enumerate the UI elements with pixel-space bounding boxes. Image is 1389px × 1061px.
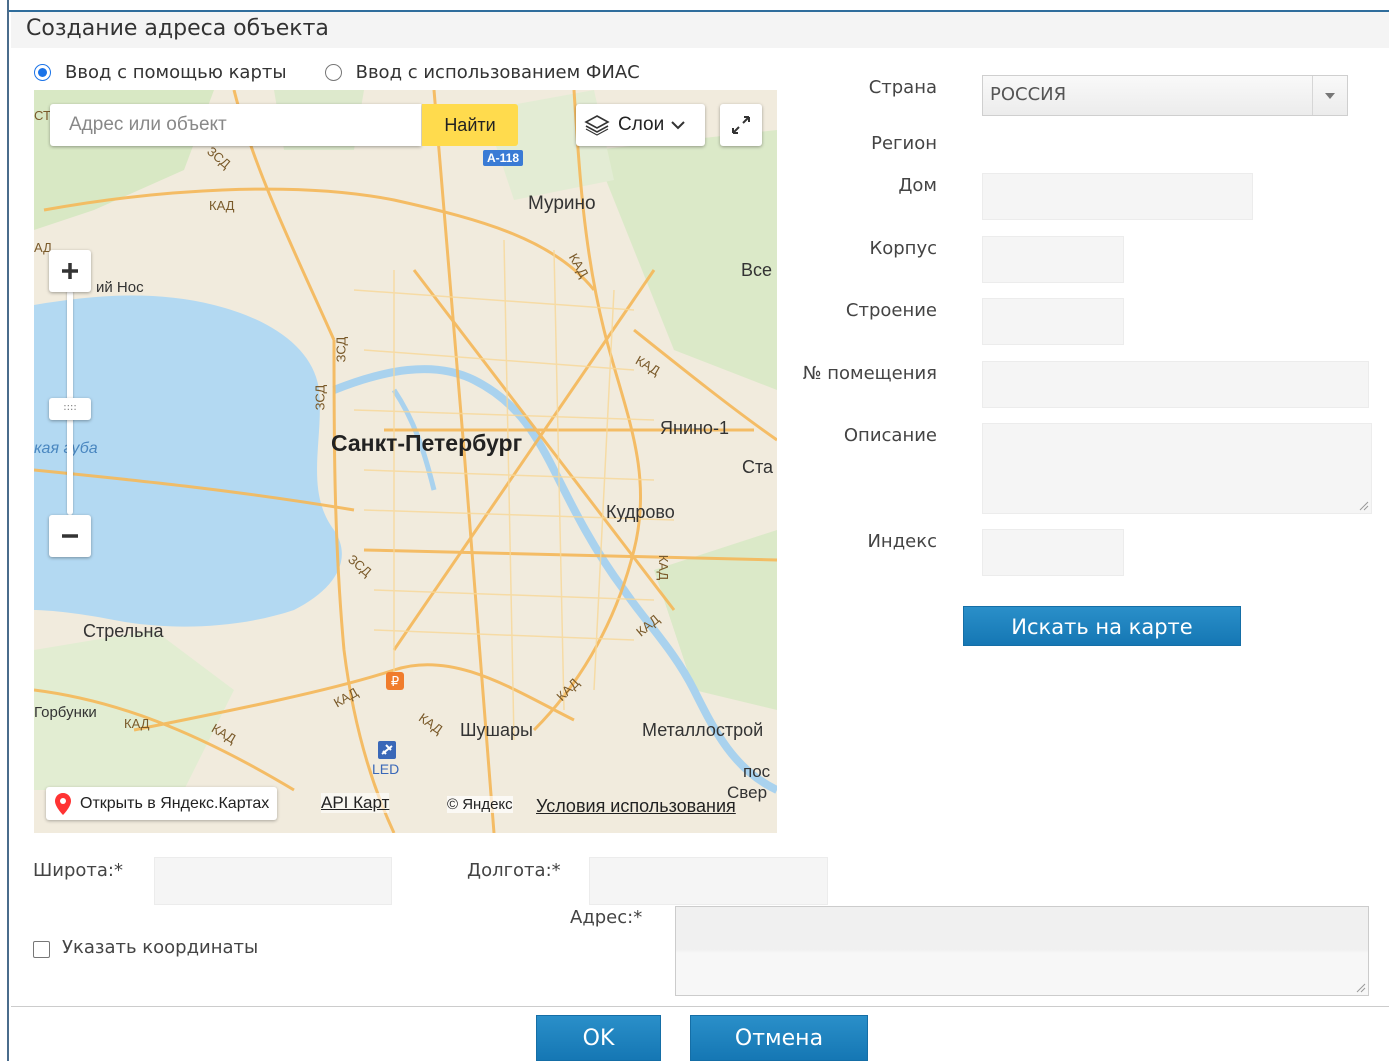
minus-icon	[62, 534, 78, 538]
index-input[interactable]	[982, 529, 1124, 576]
map-label-kudrovo: Кудрово	[606, 502, 675, 522]
svg-text:₽: ₽	[391, 675, 399, 690]
dialog-title: Создание адреса объекта	[26, 16, 329, 41]
region-label: Регион	[871, 133, 937, 154]
specify-coordinates-label[interactable]: Указать координаты	[62, 937, 258, 958]
api-maps-link[interactable]: API Карт	[321, 793, 390, 813]
map-label-kad-4: КАД	[656, 554, 672, 581]
map-label-shushary: Шушары	[460, 720, 533, 740]
map-layers-button[interactable]: Слои	[576, 104, 705, 146]
map-label-ct: СТ	[34, 108, 51, 123]
search-on-map-button[interactable]: Искать на карте	[963, 606, 1241, 646]
map-label-led: LED	[372, 761, 400, 777]
radio-map-label[interactable]: Ввод с помощью карты	[65, 62, 287, 83]
map-label-metallostroy: Металлострой	[642, 720, 764, 740]
map-label-nos: ий Нос	[96, 279, 144, 296]
radio-map-input[interactable]	[34, 64, 51, 81]
yandex-map[interactable]: Санкт-Петербург Мурино Янино-1 Кудрово С…	[34, 90, 777, 833]
room-number-label: № помещения	[802, 363, 937, 384]
plus-icon	[62, 263, 78, 279]
terms-of-use-link[interactable]: Условия использования	[536, 796, 736, 817]
specify-coordinates-checkbox[interactable]	[33, 941, 50, 958]
map-label-vse: Все	[741, 260, 773, 280]
index-label: Индекс	[867, 531, 937, 552]
map-label-gulf: кая губа	[34, 440, 98, 457]
description-textarea[interactable]	[982, 423, 1372, 514]
country-label: Страна	[868, 77, 937, 98]
yandex-copyright: © Яндекс	[447, 796, 513, 813]
layers-icon	[584, 115, 610, 136]
input-mode-group: Ввод с помощью карты Ввод с использовани…	[34, 62, 640, 83]
route-badge-a118: А-118	[483, 150, 524, 166]
resize-handle-icon	[1359, 501, 1369, 511]
house-input[interactable]	[982, 173, 1253, 220]
dropdown-arrow-icon	[1312, 76, 1347, 115]
chevron-down-icon	[671, 121, 685, 130]
radio-fias-label[interactable]: Ввод с использованием ФИАС	[356, 62, 640, 83]
footer-divider	[11, 1006, 1389, 1007]
ok-button[interactable]: OK	[536, 1015, 661, 1061]
metro-station-icon: ₽	[386, 672, 404, 690]
latitude-label: Широта:*	[33, 860, 123, 881]
latitude-input[interactable]	[154, 857, 392, 905]
map-label-sta: Ста	[742, 457, 774, 477]
resize-handle-icon	[1356, 983, 1366, 993]
building-label: Строение	[845, 300, 937, 321]
zoom-slider-handle[interactable]: ::::	[49, 398, 91, 420]
country-select-value: РОССИЯ	[990, 84, 1067, 105]
map-search-input[interactable]: Адрес или объект	[50, 104, 421, 146]
country-select[interactable]: РОССИЯ	[982, 75, 1348, 116]
map-label-yanino: Янино-1	[660, 418, 729, 438]
map-label-pos: пос	[743, 762, 771, 781]
longitude-input[interactable]	[589, 857, 828, 905]
open-in-yandex-label: Открыть в Яндекс.Картах	[80, 794, 270, 812]
map-label-murino: Мурино	[528, 193, 596, 214]
cancel-button[interactable]: Отмена	[690, 1015, 868, 1061]
map-label-zsd-2: ЗСД	[333, 336, 349, 363]
address-label: Адрес:*	[570, 907, 643, 928]
dialog-header: Создание адреса объекта	[11, 12, 1389, 48]
corpus-input[interactable]	[982, 236, 1124, 283]
map-label-spb: Санкт-Петербург	[331, 430, 523, 456]
dialog-top-border	[9, 0, 1389, 12]
create-address-dialog: Создание адреса объекта Ввод с помощью к…	[0, 0, 1389, 1061]
map-find-button[interactable]: Найти	[422, 104, 518, 146]
room-number-input[interactable]	[982, 361, 1369, 408]
house-label: Дом	[898, 175, 937, 196]
airport-icon	[378, 741, 396, 759]
corpus-label: Корпус	[869, 238, 937, 259]
building-input[interactable]	[982, 298, 1124, 345]
dialog-left-border	[0, 0, 9, 1061]
radio-fias-input[interactable]	[324, 64, 342, 81]
map-label-kad-1: КАД	[209, 198, 235, 213]
map-label-zsd-3: ЗСД	[312, 384, 328, 411]
map-label-strelna: Стрельна	[83, 621, 164, 641]
longitude-label: Долгота:*	[467, 860, 561, 881]
map-label-kad-10: КАД	[124, 716, 150, 731]
zoom-in-button[interactable]	[49, 250, 91, 292]
address-textarea[interactable]	[675, 906, 1369, 996]
zoom-out-button[interactable]	[49, 515, 91, 557]
open-in-yandex-maps-button[interactable]: Открыть в Яндекс.Картах	[46, 787, 278, 820]
map-layers-label: Слои	[618, 114, 665, 135]
map-label-gorbunki: Горбунки	[34, 704, 97, 721]
map-pin-icon	[55, 792, 71, 815]
description-label: Описание	[843, 425, 937, 446]
